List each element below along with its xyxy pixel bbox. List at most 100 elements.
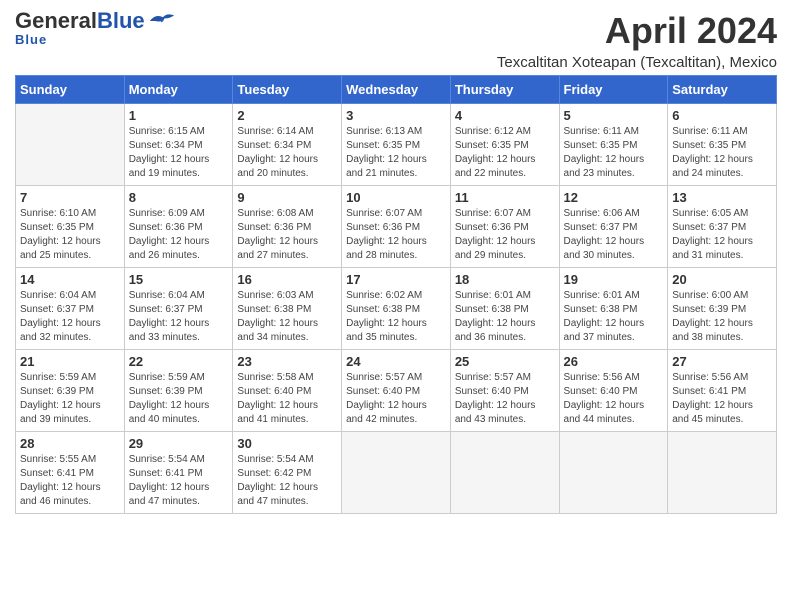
calendar-cell: 20Sunrise: 6:00 AM Sunset: 6:39 PM Dayli… (668, 268, 777, 350)
day-info: Sunrise: 5:55 AM Sunset: 6:41 PM Dayligh… (20, 453, 120, 509)
calendar-cell (559, 432, 668, 514)
calendar-cell: 3 Sunrise: 6:13 AM Sunset: 6:35 PM Daylig… (342, 104, 451, 186)
day-info: Sunrise: 6:04 AM Sunset: 6:37 PM Dayligh… (129, 289, 229, 345)
calendar-cell: 23 Sunrise: 5:58 AM Sunset: 6:40 PM Dayli… (233, 350, 342, 432)
calendar-cell: 6Sunrise: 6:11 AM Sunset: 6:35 PM Daylig… (668, 104, 777, 186)
weekday-header-thursday: Thursday (450, 76, 559, 104)
day-info: Sunrise: 6:10 AM Sunset: 6:35 PM Dayligh… (20, 207, 120, 263)
day-info: Sunrise: 6:01 AM Sunset: 6:38 PM Dayligh… (455, 289, 555, 345)
day-number: 25 (455, 354, 555, 369)
day-info: Sunrise: 5:57 AM Sunset: 6:40 PM Dayligh… (346, 371, 446, 427)
day-number: 15 (129, 272, 229, 287)
day-number: 24 (346, 354, 446, 369)
weekday-header-wednesday: Wednesday (342, 76, 451, 104)
day-number: 27 (672, 354, 772, 369)
day-info: Sunrise: 6:07 AM Sunset: 6:36 PM Dayligh… (455, 207, 555, 263)
calendar-cell: 19Sunrise: 6:01 AM Sunset: 6:38 PM Dayli… (559, 268, 668, 350)
weekday-header-friday: Friday (559, 76, 668, 104)
logo-bird-icon (148, 11, 176, 31)
day-number: 28 (20, 436, 120, 451)
logo-underline: Blue (15, 32, 47, 47)
calendar-cell: 24 Sunrise: 5:57 AM Sunset: 6:40 PM Dayli… (342, 350, 451, 432)
calendar-cell: 12 Sunrise: 6:06 AM Sunset: 6:37 PM Dayli… (559, 186, 668, 268)
day-number: 1 (129, 108, 229, 123)
calendar-cell: 29 Sunrise: 5:54 AM Sunset: 6:41 PM Dayli… (124, 432, 233, 514)
day-number: 4 (455, 108, 555, 123)
day-info: Sunrise: 5:56 AM Sunset: 6:40 PM Dayligh… (564, 371, 664, 427)
logo-text: GeneralBlue (15, 10, 145, 32)
calendar-cell: 14 Sunrise: 6:04 AM Sunset: 6:37 PM Dayli… (16, 268, 125, 350)
day-info: Sunrise: 5:59 AM Sunset: 6:39 PM Dayligh… (129, 371, 229, 427)
weekday-header-sunday: Sunday (16, 76, 125, 104)
calendar-cell (668, 432, 777, 514)
day-number: 6 (672, 108, 772, 123)
day-info: Sunrise: 5:57 AM Sunset: 6:40 PM Dayligh… (455, 371, 555, 427)
calendar-cell (342, 432, 451, 514)
logo: GeneralBlue Blue (15, 10, 176, 47)
day-number: 29 (129, 436, 229, 451)
day-number: 30 (237, 436, 337, 451)
day-number: 11 (455, 190, 555, 205)
day-info: Sunrise: 6:15 AM Sunset: 6:34 PM Dayligh… (129, 125, 229, 181)
day-info: Sunrise: 6:07 AM Sunset: 6:36 PM Dayligh… (346, 207, 446, 263)
day-info: Sunrise: 6:02 AM Sunset: 6:38 PM Dayligh… (346, 289, 446, 345)
day-info: Sunrise: 5:58 AM Sunset: 6:40 PM Dayligh… (237, 371, 337, 427)
calendar-cell (450, 432, 559, 514)
day-number: 22 (129, 354, 229, 369)
day-number: 3 (346, 108, 446, 123)
day-number: 23 (237, 354, 337, 369)
calendar-cell: 28 Sunrise: 5:55 AM Sunset: 6:41 PM Dayli… (16, 432, 125, 514)
page-header: GeneralBlue Blue April 2024 Texcaltitan … (15, 10, 777, 71)
day-number: 16 (237, 272, 337, 287)
calendar-cell: 15 Sunrise: 6:04 AM Sunset: 6:37 PM Dayli… (124, 268, 233, 350)
calendar-cell: 8Sunrise: 6:09 AM Sunset: 6:36 PM Daylig… (124, 186, 233, 268)
calendar-cell: 1 Sunrise: 6:15 AM Sunset: 6:34 PM Daylig… (124, 104, 233, 186)
day-info: Sunrise: 6:00 AM Sunset: 6:39 PM Dayligh… (672, 289, 772, 345)
weekday-header-monday: Monday (124, 76, 233, 104)
day-number: 13 (672, 190, 772, 205)
day-info: Sunrise: 5:54 AM Sunset: 6:41 PM Dayligh… (129, 453, 229, 509)
day-info: Sunrise: 5:59 AM Sunset: 6:39 PM Dayligh… (20, 371, 120, 427)
calendar-cell: 13 Sunrise: 6:05 AM Sunset: 6:37 PM Dayli… (668, 186, 777, 268)
day-info: Sunrise: 6:03 AM Sunset: 6:38 PM Dayligh… (237, 289, 337, 345)
calendar-body: 1 Sunrise: 6:15 AM Sunset: 6:34 PM Daylig… (16, 104, 777, 514)
calendar-header-row: SundayMondayTuesdayWednesdayThursdayFrid… (16, 76, 777, 104)
day-info: Sunrise: 6:04 AM Sunset: 6:37 PM Dayligh… (20, 289, 120, 345)
day-number: 12 (564, 190, 664, 205)
calendar-cell: 16 Sunrise: 6:03 AM Sunset: 6:38 PM Dayli… (233, 268, 342, 350)
calendar-week-0: 1 Sunrise: 6:15 AM Sunset: 6:34 PM Daylig… (16, 104, 777, 186)
day-number: 14 (20, 272, 120, 287)
day-number: 18 (455, 272, 555, 287)
calendar-cell (16, 104, 125, 186)
day-info: Sunrise: 6:13 AM Sunset: 6:35 PM Dayligh… (346, 125, 446, 181)
day-info: Sunrise: 6:09 AM Sunset: 6:36 PM Dayligh… (129, 207, 229, 263)
day-number: 10 (346, 190, 446, 205)
day-number: 26 (564, 354, 664, 369)
day-info: Sunrise: 6:12 AM Sunset: 6:35 PM Dayligh… (455, 125, 555, 181)
day-info: Sunrise: 6:08 AM Sunset: 6:36 PM Dayligh… (237, 207, 337, 263)
calendar-week-4: 28 Sunrise: 5:55 AM Sunset: 6:41 PM Dayli… (16, 432, 777, 514)
day-number: 17 (346, 272, 446, 287)
month-title: April 2024 (497, 10, 777, 52)
day-number: 19 (564, 272, 664, 287)
calendar-cell: 26 Sunrise: 5:56 AM Sunset: 6:40 PM Dayli… (559, 350, 668, 432)
day-info: Sunrise: 6:11 AM Sunset: 6:35 PM Dayligh… (564, 125, 664, 181)
calendar-week-1: 7 Sunrise: 6:10 AM Sunset: 6:35 PM Daylig… (16, 186, 777, 268)
day-number: 7 (20, 190, 120, 205)
calendar-cell: 21 Sunrise: 5:59 AM Sunset: 6:39 PM Dayli… (16, 350, 125, 432)
calendar-cell: 9 Sunrise: 6:08 AM Sunset: 6:36 PM Daylig… (233, 186, 342, 268)
weekday-header-saturday: Saturday (668, 76, 777, 104)
calendar-cell: 2Sunrise: 6:14 AM Sunset: 6:34 PM Daylig… (233, 104, 342, 186)
day-info: Sunrise: 6:05 AM Sunset: 6:37 PM Dayligh… (672, 207, 772, 263)
day-number: 21 (20, 354, 120, 369)
calendar-cell: 11 Sunrise: 6:07 AM Sunset: 6:36 PM Dayli… (450, 186, 559, 268)
calendar-cell: 22 Sunrise: 5:59 AM Sunset: 6:39 PM Dayli… (124, 350, 233, 432)
calendar-cell: 18 Sunrise: 6:01 AM Sunset: 6:38 PM Dayli… (450, 268, 559, 350)
calendar-week-3: 21 Sunrise: 5:59 AM Sunset: 6:39 PM Dayli… (16, 350, 777, 432)
calendar-cell: 7 Sunrise: 6:10 AM Sunset: 6:35 PM Daylig… (16, 186, 125, 268)
calendar-cell: 27Sunrise: 5:56 AM Sunset: 6:41 PM Dayli… (668, 350, 777, 432)
day-number: 9 (237, 190, 337, 205)
day-info: Sunrise: 6:06 AM Sunset: 6:37 PM Dayligh… (564, 207, 664, 263)
day-number: 2 (237, 108, 337, 123)
calendar-cell: 17 Sunrise: 6:02 AM Sunset: 6:38 PM Dayli… (342, 268, 451, 350)
